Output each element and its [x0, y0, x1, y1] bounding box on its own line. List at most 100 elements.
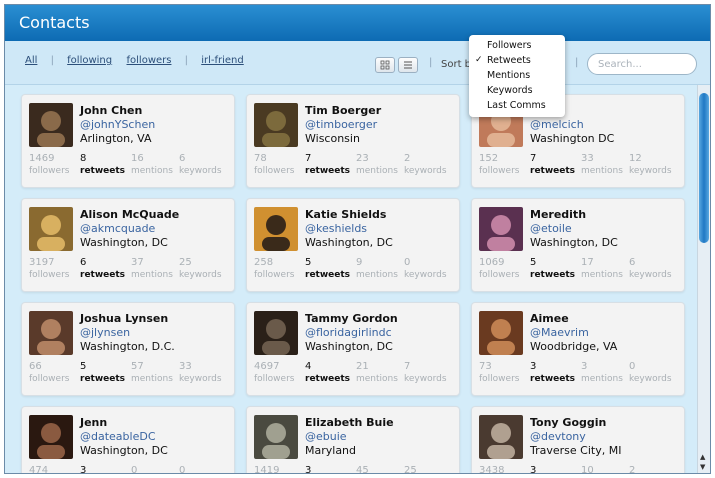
stat-label: keywords [179, 374, 222, 384]
contact-handle[interactable]: @keshields [305, 222, 367, 235]
stat-followers: 474followers [29, 465, 69, 473]
avatar[interactable] [254, 415, 298, 459]
stat-value: 0 [404, 257, 411, 268]
stat-label: followers [254, 374, 295, 384]
stat-value: 0 [629, 361, 636, 372]
stat-value: 5 [530, 257, 537, 268]
stat-label: retweets [305, 166, 351, 176]
contact-card[interactable]: Jenn@dateableDCWashington, DC 474follower… [21, 406, 235, 474]
stat-label: retweets [530, 374, 576, 384]
stat-value: 1469 [29, 153, 55, 164]
sort-option-mentions[interactable]: Mentions [469, 68, 565, 83]
filter-all-link[interactable]: All [25, 55, 37, 66]
contact-card[interactable]: Meredith @etoile Washington, DC 1069 followe… [471, 198, 685, 292]
contact-handle[interactable]: @dateableDC [80, 430, 156, 443]
avatar[interactable] [479, 207, 523, 251]
stat-followers: 73 followers [479, 361, 519, 384]
contact-handle[interactable]: @jlynsen [80, 326, 130, 339]
grid-view-button[interactable] [375, 57, 395, 73]
stat-value: 3438 [479, 465, 505, 474]
stat-followers: 66 followers [29, 361, 69, 384]
contact-card[interactable]: Aimee @Maevrim Woodbridge, VA 73 followers 3 r… [471, 302, 685, 396]
contact-name: Tony Goggin [530, 416, 607, 429]
stat-value: 78 [254, 153, 267, 164]
contact-name: Tim Boerger [305, 104, 382, 117]
stat-label: retweets [305, 374, 351, 384]
contact-handle[interactable]: @timboerger [305, 118, 377, 131]
filter-followers-link[interactable]: followers [127, 55, 172, 66]
sort-option-keywords[interactable]: Keywords [469, 83, 565, 98]
stat-mentions: 3 mentions [581, 361, 623, 384]
avatar[interactable] [29, 207, 73, 251]
list-view-icon [403, 61, 413, 73]
stat-value: 5 [305, 257, 312, 268]
contacts-window: Contacts All | following followers | irl… [4, 4, 711, 474]
contact-card[interactable]: Elizabeth Buie@ebuieMaryland 1419follower… [246, 406, 460, 473]
avatar[interactable] [29, 311, 73, 355]
stat-label: followers [254, 166, 295, 176]
contact-handle[interactable]: @johnYSchen [80, 118, 155, 131]
contact-card[interactable]: John Chen @johnYSchen Arlington, VA 1469 fol… [21, 94, 235, 188]
stat-retweets: 8 retweets [80, 153, 125, 176]
contact-location: Washington, DC [305, 236, 393, 249]
stat-value: 0 [179, 465, 186, 474]
stat-value: 33 [179, 361, 192, 372]
contact-card[interactable]: Joshua Lynsen @jlynsen Washington, D.C. 66 f… [21, 302, 235, 396]
stat-value: 152 [479, 153, 499, 164]
contact-handle[interactable]: @melcich [530, 118, 584, 131]
contact-handle[interactable]: @etoile [530, 222, 572, 235]
contact-card[interactable]: Tammy Gordon @floridagirlindc Washington, … [246, 302, 460, 396]
avatar[interactable] [254, 103, 298, 147]
search-input[interactable] [587, 53, 697, 75]
stat-label: followers [479, 270, 520, 280]
stat-followers: 3438followers [479, 465, 519, 474]
stat-label: mentions [581, 374, 623, 384]
contact-handle[interactable]: @devtony [530, 430, 586, 443]
list-view-button[interactable] [398, 57, 418, 73]
stat-value: 21 [356, 361, 369, 372]
contact-handle[interactable]: @akmcquade [80, 222, 155, 235]
stat-retweets: 7 retweets [305, 153, 350, 176]
sort-option-last-comms[interactable]: Last Comms [469, 98, 565, 113]
stat-mentions: 37 mentions [131, 257, 173, 280]
avatar[interactable] [29, 103, 73, 147]
stat-label: retweets [305, 270, 351, 280]
filter-irl-friend-link[interactable]: irl-friend [201, 55, 244, 66]
contact-handle[interactable]: @Maevrim [530, 326, 589, 339]
filter-following-link[interactable]: following [67, 55, 112, 66]
avatar[interactable] [479, 415, 523, 459]
stat-keywords: 6 keywords [179, 153, 222, 176]
sort-option-followers[interactable]: Followers [469, 38, 565, 53]
contact-card[interactable]: Katie Shields @keshields Washington, DC 258… [246, 198, 460, 292]
stat-label: keywords [179, 270, 222, 280]
contact-location: Wisconsin [305, 132, 360, 145]
contact-card[interactable]: Tony Goggin @devtony Traverse City, MI 3438… [471, 406, 685, 474]
contact-handle[interactable]: @floridagirlindc [305, 326, 392, 339]
stat-label: retweets [530, 270, 576, 280]
contact-name: Katie Shields [305, 208, 387, 221]
contact-name: Jenn [80, 416, 108, 429]
stat-label: keywords [404, 374, 447, 384]
contact-card[interactable]: Tim Boerger @timboerger Wisconsin 78 followe… [246, 94, 460, 188]
scroll-thumb[interactable] [699, 93, 709, 243]
scroll-up-arrow-icon[interactable]: ▲ [700, 453, 705, 461]
vertical-scrollbar[interactable]: ▲ ▼ [697, 85, 710, 473]
stat-value: 73 [479, 361, 492, 372]
contact-handle[interactable]: @ebuie [305, 430, 347, 443]
avatar[interactable] [254, 207, 298, 251]
scroll-down-arrow-icon[interactable]: ▼ [700, 463, 705, 471]
stat-label: mentions [131, 374, 173, 384]
stat-label: retweets [80, 270, 126, 280]
stat-value: 23 [356, 153, 369, 164]
avatar[interactable] [254, 311, 298, 355]
contacts-grid: John Chen @johnYSchen Arlington, VA 1469 fol… [17, 85, 697, 474]
stat-keywords: 6 keywords [629, 257, 672, 280]
stat-value: 3 [530, 465, 537, 474]
avatar[interactable] [479, 311, 523, 355]
sort-by-label[interactable]: Sort b [441, 59, 471, 70]
sort-option-retweets[interactable]: ✓ Retweets [469, 53, 565, 68]
stat-label: retweets [80, 374, 126, 384]
avatar[interactable] [29, 415, 73, 459]
contact-card[interactable]: Alison McQuade @akmcquade Washington, DC 31… [21, 198, 235, 292]
contact-location: Washington, DC [80, 236, 168, 249]
